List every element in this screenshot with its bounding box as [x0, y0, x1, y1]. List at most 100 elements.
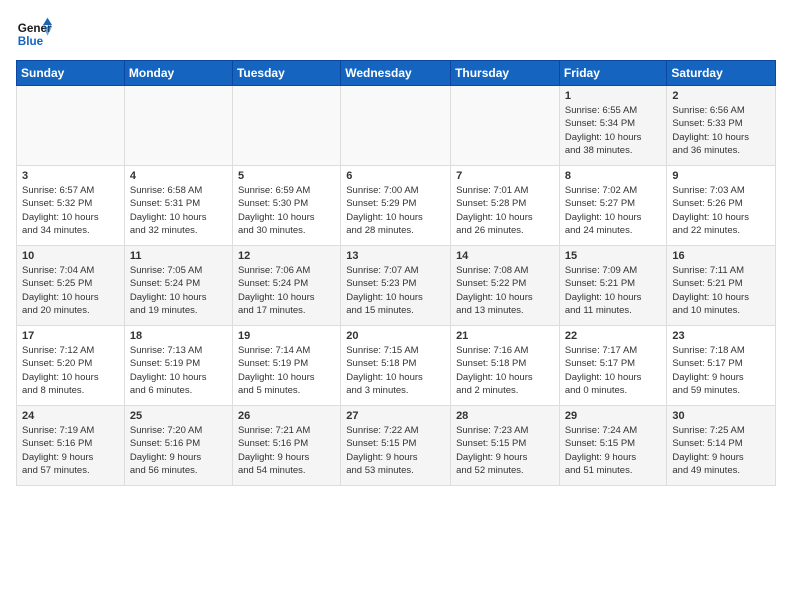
day-info: Sunrise: 7:15 AM Sunset: 5:18 PM Dayligh… — [346, 344, 445, 397]
day-number: 17 — [22, 330, 119, 342]
day-number: 14 — [456, 250, 554, 262]
calendar-day: 12 Sunrise: 7:06 AM Sunset: 5:24 PM Dayli… — [232, 246, 340, 326]
day-number: 18 — [130, 330, 227, 342]
calendar-day: 6 Sunrise: 7:00 AM Sunset: 5:29 PM Daylig… — [341, 166, 451, 246]
day-info: Sunrise: 7:17 AM Sunset: 5:17 PM Dayligh… — [565, 344, 662, 397]
day-number: 20 — [346, 330, 445, 342]
day-info: Sunrise: 7:11 AM Sunset: 5:21 PM Dayligh… — [672, 264, 770, 317]
calendar-day: 24 Sunrise: 7:19 AM Sunset: 5:16 PM Dayli… — [17, 406, 125, 486]
day-number: 9 — [672, 170, 770, 182]
day-number: 8 — [565, 170, 662, 182]
calendar-day: 18 Sunrise: 7:13 AM Sunset: 5:19 PM Dayli… — [124, 326, 232, 406]
day-info: Sunrise: 7:21 AM Sunset: 5:16 PM Dayligh… — [238, 424, 335, 477]
calendar-table: SundayMondayTuesdayWednesdayThursdayFrid… — [16, 60, 776, 486]
calendar-day: 4Sunrise: 6:58 AM Sunset: 5:31 PM Daylig… — [124, 166, 232, 246]
day-info: Sunrise: 7:16 AM Sunset: 5:18 PM Dayligh… — [456, 344, 554, 397]
calendar-day: 21Sunrise: 7:16 AM Sunset: 5:18 PM Dayli… — [451, 326, 560, 406]
empty-day — [341, 86, 451, 166]
empty-day — [17, 86, 125, 166]
day-info: Sunrise: 7:23 AM Sunset: 5:15 PM Dayligh… — [456, 424, 554, 477]
calendar-day: 19 Sunrise: 7:14 AM Sunset: 5:19 PM Dayli… — [232, 326, 340, 406]
day-info: Sunrise: 7:09 AM Sunset: 5:21 PM Dayligh… — [565, 264, 662, 317]
day-number: 25 — [130, 410, 227, 422]
logo-icon: General Blue — [16, 16, 52, 52]
day-info: Sunrise: 7:20 AM Sunset: 5:16 PM Dayligh… — [130, 424, 227, 477]
calendar-day: 13 Sunrise: 7:07 AM Sunset: 5:23 PM Dayli… — [341, 246, 451, 326]
calendar-day: 1 Sunrise: 6:55 AM Sunset: 5:34 PM Daylig… — [559, 86, 667, 166]
day-info: Sunrise: 7:07 AM Sunset: 5:23 PM Dayligh… — [346, 264, 445, 317]
weekday-header: Sunday — [17, 61, 125, 86]
day-info: Sunrise: 7:19 AM Sunset: 5:16 PM Dayligh… — [22, 424, 119, 477]
calendar-day: 2 Sunrise: 6:56 AM Sunset: 5:33 PM Daylig… — [667, 86, 776, 166]
empty-day — [232, 86, 340, 166]
day-number: 11 — [130, 250, 227, 262]
day-number: 7 — [456, 170, 554, 182]
calendar-day: 9 Sunrise: 7:03 AM Sunset: 5:26 PM Daylig… — [667, 166, 776, 246]
weekday-header: Wednesday — [341, 61, 451, 86]
day-info: Sunrise: 7:12 AM Sunset: 5:20 PM Dayligh… — [22, 344, 119, 397]
weekday-header: Monday — [124, 61, 232, 86]
day-number: 22 — [565, 330, 662, 342]
calendar-day: 23 Sunrise: 7:18 AM Sunset: 5:17 PM Dayli… — [667, 326, 776, 406]
day-info: Sunrise: 6:55 AM Sunset: 5:34 PM Dayligh… — [565, 104, 662, 157]
day-info: Sunrise: 6:58 AM Sunset: 5:31 PM Dayligh… — [130, 184, 227, 237]
day-number: 2 — [672, 90, 770, 102]
day-info: Sunrise: 7:14 AM Sunset: 5:19 PM Dayligh… — [238, 344, 335, 397]
day-number: 27 — [346, 410, 445, 422]
calendar-day: 14Sunrise: 7:08 AM Sunset: 5:22 PM Dayli… — [451, 246, 560, 326]
calendar-day: 28 Sunrise: 7:23 AM Sunset: 5:15 PM Dayli… — [451, 406, 560, 486]
calendar-day: 30 Sunrise: 7:25 AM Sunset: 5:14 PM Dayli… — [667, 406, 776, 486]
header: General Blue — [16, 16, 776, 52]
day-number: 19 — [238, 330, 335, 342]
calendar-day: 22 Sunrise: 7:17 AM Sunset: 5:17 PM Dayli… — [559, 326, 667, 406]
day-number: 15 — [565, 250, 662, 262]
day-info: Sunrise: 7:22 AM Sunset: 5:15 PM Dayligh… — [346, 424, 445, 477]
day-number: 5 — [238, 170, 335, 182]
calendar-day: 10 Sunrise: 7:04 AM Sunset: 5:25 PM Dayli… — [17, 246, 125, 326]
calendar-day: 25 Sunrise: 7:20 AM Sunset: 5:16 PM Dayli… — [124, 406, 232, 486]
calendar-day: 8 Sunrise: 7:02 AM Sunset: 5:27 PM Daylig… — [559, 166, 667, 246]
day-number: 3 — [22, 170, 119, 182]
calendar-day: 29Sunrise: 7:24 AM Sunset: 5:15 PM Dayli… — [559, 406, 667, 486]
day-info: Sunrise: 7:02 AM Sunset: 5:27 PM Dayligh… — [565, 184, 662, 237]
calendar-day: 5 Sunrise: 6:59 AM Sunset: 5:30 PM Daylig… — [232, 166, 340, 246]
empty-day — [451, 86, 560, 166]
day-number: 29 — [565, 410, 662, 422]
day-number: 28 — [456, 410, 554, 422]
day-info: Sunrise: 6:56 AM Sunset: 5:33 PM Dayligh… — [672, 104, 770, 157]
weekday-header: Saturday — [667, 61, 776, 86]
empty-day — [124, 86, 232, 166]
day-info: Sunrise: 7:04 AM Sunset: 5:25 PM Dayligh… — [22, 264, 119, 317]
calendar-day: 20 Sunrise: 7:15 AM Sunset: 5:18 PM Dayli… — [341, 326, 451, 406]
day-info: Sunrise: 7:06 AM Sunset: 5:24 PM Dayligh… — [238, 264, 335, 317]
day-info: Sunrise: 7:25 AM Sunset: 5:14 PM Dayligh… — [672, 424, 770, 477]
svg-text:Blue: Blue — [18, 35, 44, 48]
day-info: Sunrise: 7:01 AM Sunset: 5:28 PM Dayligh… — [456, 184, 554, 237]
day-number: 23 — [672, 330, 770, 342]
day-info: Sunrise: 6:57 AM Sunset: 5:32 PM Dayligh… — [22, 184, 119, 237]
day-info: Sunrise: 7:00 AM Sunset: 5:29 PM Dayligh… — [346, 184, 445, 237]
weekday-header: Tuesday — [232, 61, 340, 86]
day-info: Sunrise: 7:05 AM Sunset: 5:24 PM Dayligh… — [130, 264, 227, 317]
calendar-day: 17 Sunrise: 7:12 AM Sunset: 5:20 PM Dayli… — [17, 326, 125, 406]
calendar-day: 27 Sunrise: 7:22 AM Sunset: 5:15 PM Dayli… — [341, 406, 451, 486]
day-info: Sunrise: 7:03 AM Sunset: 5:26 PM Dayligh… — [672, 184, 770, 237]
day-info: Sunrise: 6:59 AM Sunset: 5:30 PM Dayligh… — [238, 184, 335, 237]
day-number: 1 — [565, 90, 662, 102]
day-number: 12 — [238, 250, 335, 262]
calendar-day: 3 Sunrise: 6:57 AM Sunset: 5:32 PM Daylig… — [17, 166, 125, 246]
logo: General Blue — [16, 16, 52, 52]
day-info: Sunrise: 7:18 AM Sunset: 5:17 PM Dayligh… — [672, 344, 770, 397]
weekday-header: Friday — [559, 61, 667, 86]
day-number: 6 — [346, 170, 445, 182]
day-number: 26 — [238, 410, 335, 422]
weekday-header: Thursday — [451, 61, 560, 86]
calendar-day: 7 Sunrise: 7:01 AM Sunset: 5:28 PM Daylig… — [451, 166, 560, 246]
day-number: 30 — [672, 410, 770, 422]
day-number: 24 — [22, 410, 119, 422]
calendar-day: 11 Sunrise: 7:05 AM Sunset: 5:24 PM Dayli… — [124, 246, 232, 326]
day-number: 13 — [346, 250, 445, 262]
calendar-day: 16Sunrise: 7:11 AM Sunset: 5:21 PM Dayli… — [667, 246, 776, 326]
day-info: Sunrise: 7:13 AM Sunset: 5:19 PM Dayligh… — [130, 344, 227, 397]
day-number: 10 — [22, 250, 119, 262]
